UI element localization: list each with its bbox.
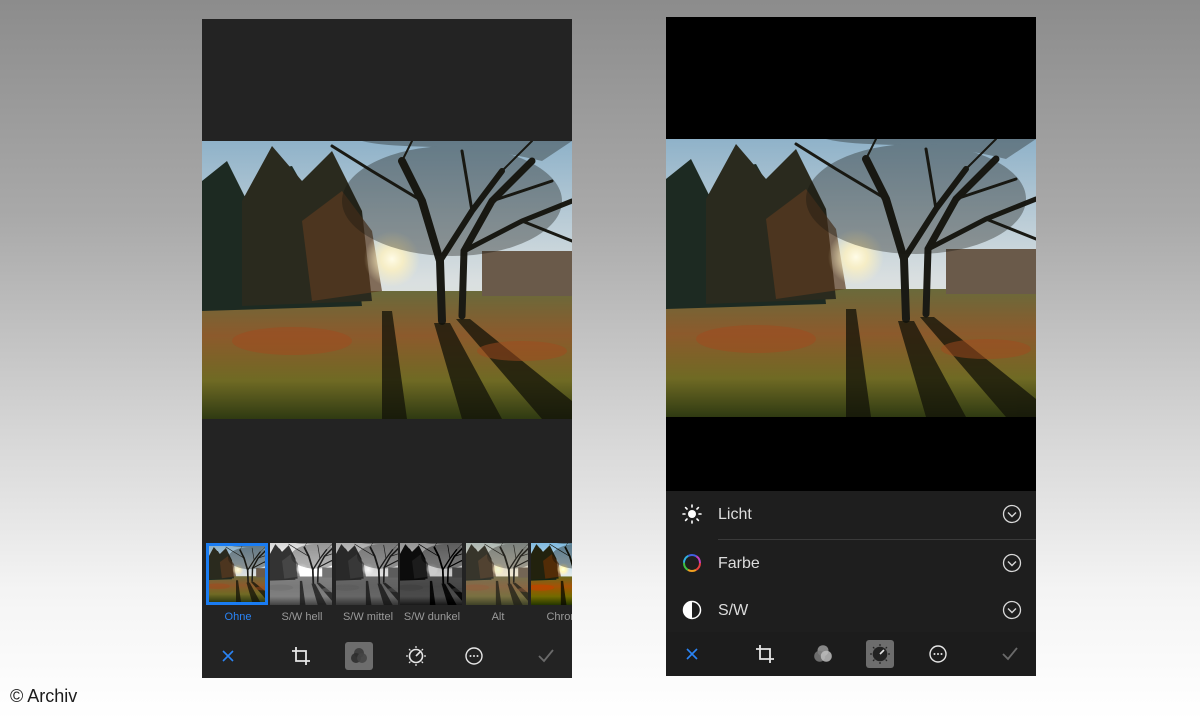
adjust-row-sw[interactable]: S/W [666,587,1036,634]
filters-button[interactable] [809,640,837,668]
chevron-down-icon[interactable] [1002,504,1022,524]
done-button[interactable] [532,642,560,670]
cancel-button[interactable] [214,642,242,670]
edit-toolbar [666,632,1036,676]
filter-thumbnail [206,543,268,605]
filter-label: S/W hell [281,611,323,623]
adjust-button[interactable] [402,642,430,670]
right-phone-screen: Licht Farbe S/W [666,17,1036,676]
filter-thumbnail [466,543,528,605]
done-button[interactable] [996,640,1024,668]
adjust-label: S/W [718,602,749,619]
filter-thumbnail [531,543,572,605]
more-icon [465,647,483,665]
filter-thumbnail [400,543,462,605]
more-button[interactable] [460,642,488,670]
filter-strip[interactable]: Ohne S/W hell S/W mittel S/W dunkel Alt [202,543,572,633]
adjust-dial-icon [870,644,890,664]
filter-sw-hell[interactable]: S/W hell [270,543,334,629]
sun-icon [682,504,702,524]
left-phone-screen: Ohne S/W hell S/W mittel S/W dunkel Alt [202,19,572,678]
close-icon [222,650,234,662]
filter-label: Chrom [546,611,572,623]
color-wheel-icon [683,554,701,572]
filter-sw-dunkel[interactable]: S/W dunkel [400,543,464,629]
adjust-button[interactable] [866,640,894,668]
adjust-dial-icon [406,646,426,666]
crop-button[interactable] [751,640,779,668]
photo-preview [666,139,1036,417]
adjust-label: Licht [718,506,752,523]
filters-icon [351,648,367,663]
edit-toolbar [202,634,572,678]
checkmark-icon [538,649,554,663]
copyright-notice: © Archiv [10,686,78,706]
filter-thumbnail [270,543,332,605]
close-icon [686,648,698,660]
crop-button[interactable] [287,642,315,670]
filter-sw-mittel[interactable]: S/W mittel [336,543,400,629]
filter-alt[interactable]: Alt [466,543,530,629]
photo-preview [202,141,572,419]
cancel-button[interactable] [678,640,706,668]
more-button[interactable] [924,640,952,668]
adjust-row-farbe[interactable]: Farbe [666,540,1036,587]
crop-icon [756,645,774,663]
adjust-label: Farbe [718,555,760,572]
half-circle-icon [682,600,702,620]
more-icon [929,645,947,663]
chevron-down-icon[interactable] [1002,600,1022,620]
crop-icon [292,647,310,665]
filter-ohne[interactable]: Ohne [206,543,270,629]
filter-label: S/W dunkel [403,611,461,623]
filters-button[interactable] [345,642,373,670]
filter-chrom[interactable]: Chrom [531,543,572,629]
checkmark-icon [1002,647,1018,661]
chevron-down-icon[interactable] [1002,553,1022,573]
filters-icon [814,645,832,662]
adjust-row-licht[interactable]: Licht [666,491,1036,538]
filter-thumbnail [336,543,398,605]
adjust-panel: Licht Farbe S/W [666,491,1036,634]
